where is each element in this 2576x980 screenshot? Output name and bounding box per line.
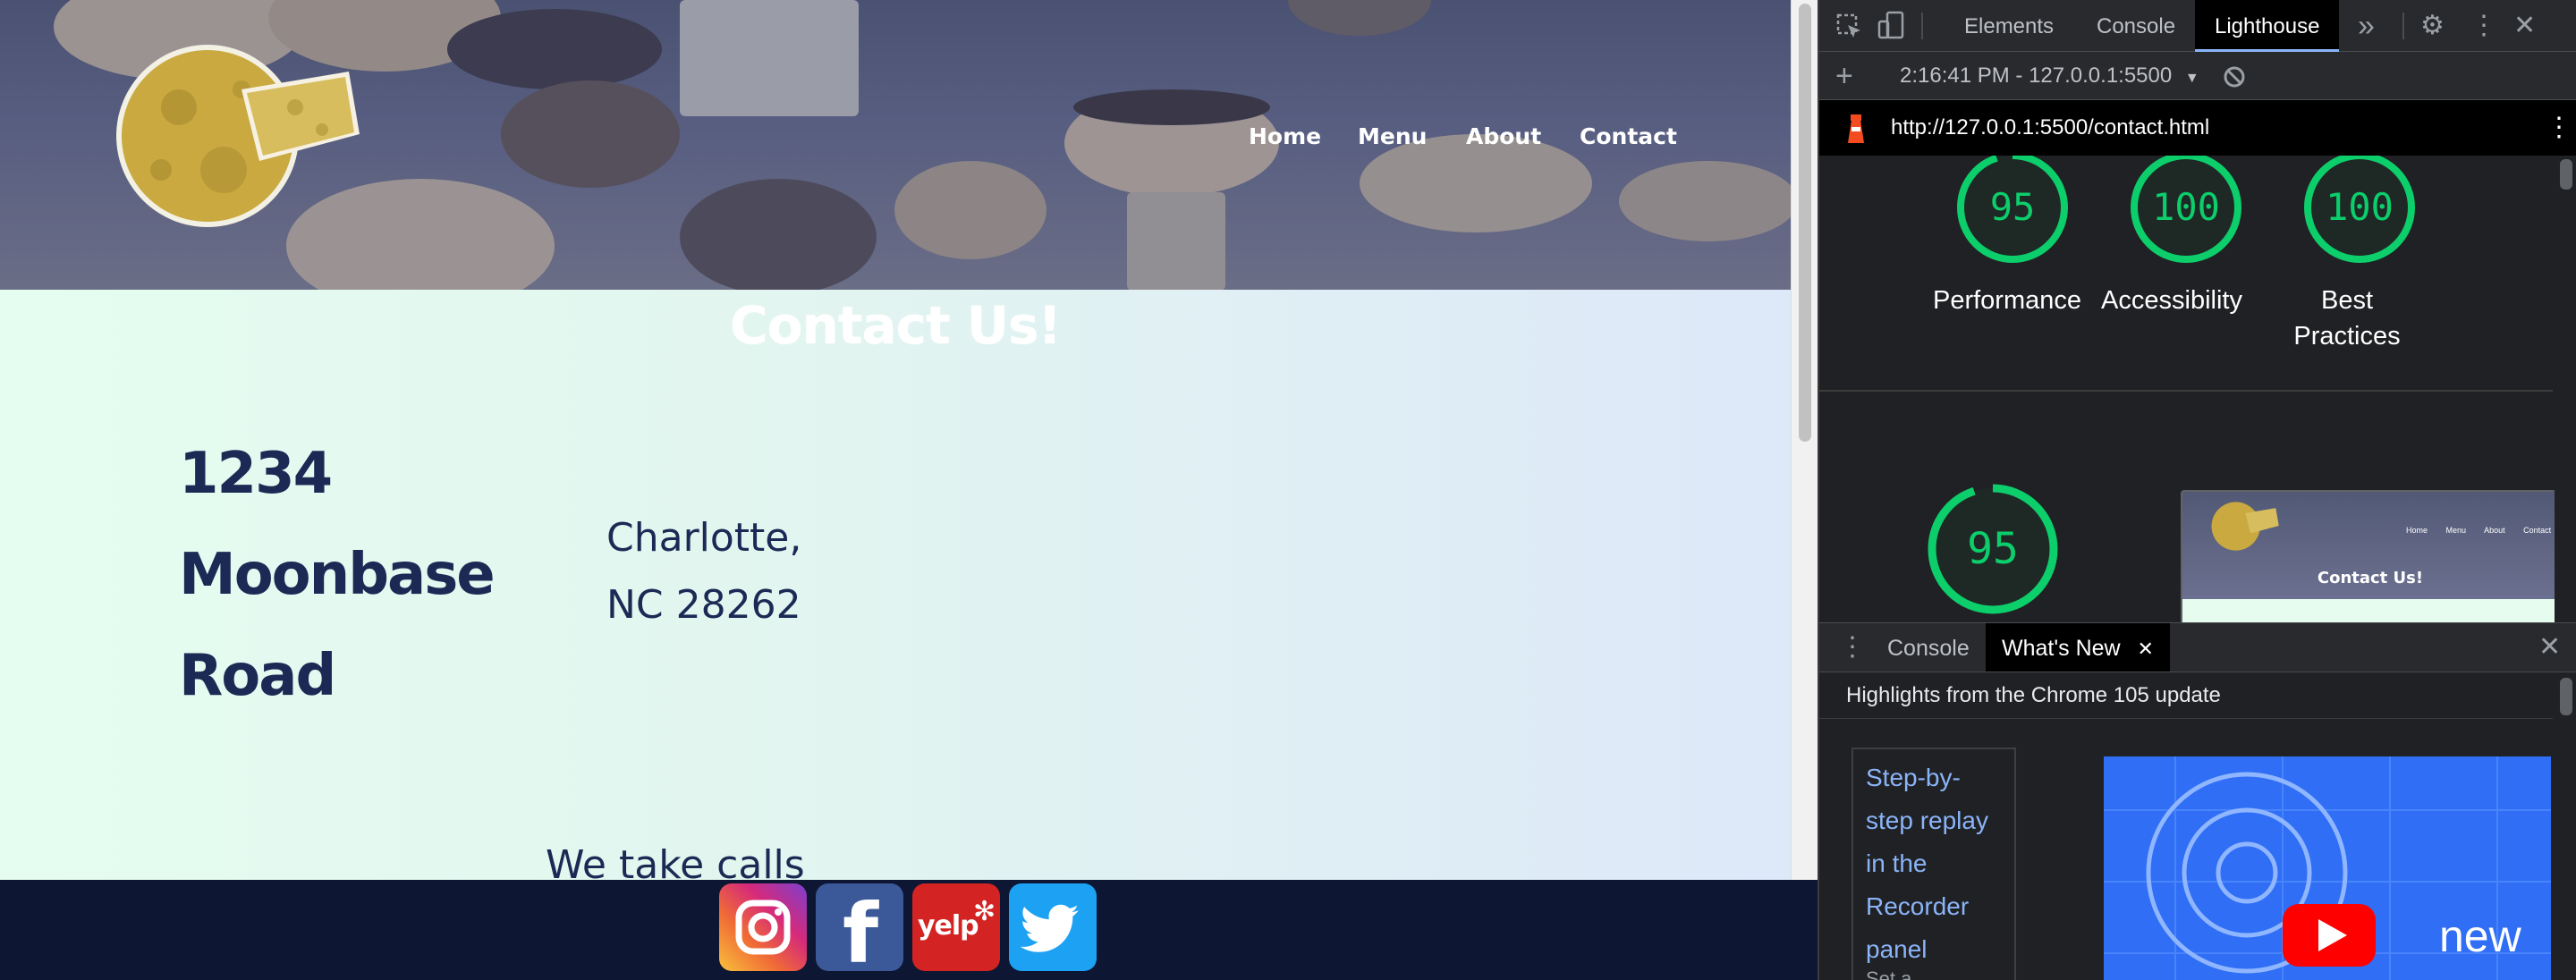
preview-title: Contact Us! [2317, 569, 2424, 587]
lighthouse-logo-icon [1848, 114, 1864, 143]
drawer-tabbar: ⋮ Console What's New ✕ ✕ [1819, 622, 2576, 672]
report-scrollbar[interactable] [2555, 156, 2576, 622]
gauge-performance-large[interactable]: 95 [1928, 484, 2058, 614]
facebook-icon: f [843, 886, 879, 972]
street-line: Moonbase [179, 542, 496, 608]
device-toolbar-icon[interactable] [1877, 11, 1905, 41]
feature-link-line: step replay [1866, 807, 1988, 834]
feature-link[interactable]: Step-by- step replay in the Recorder pan… [1866, 756, 2002, 971]
gauge-score: 100 [2152, 185, 2220, 229]
city-line: Charlotte, [606, 515, 802, 561]
yelp-link[interactable]: yelp ✻ [912, 883, 1000, 971]
twitter-link[interactable] [1009, 883, 1097, 971]
nav-home[interactable]: Home [1249, 123, 1321, 149]
preview-nav-item: About [2484, 526, 2505, 535]
gauge-score: 95 [1967, 524, 2019, 574]
report-scrollbar-thumb[interactable] [2560, 159, 2572, 190]
gauge-score: 100 [2326, 185, 2394, 229]
instagram-icon [735, 900, 791, 955]
tab-console[interactable]: Console [2097, 0, 2175, 52]
report-menu-icon[interactable]: ⋮ [2546, 100, 2572, 156]
feature-card[interactable]: Step-by- step replay in the Recorder pan… [1852, 748, 2016, 980]
close-drawer-icon[interactable]: ✕ [2538, 623, 2561, 672]
gauge-label-line: Practices [2293, 322, 2401, 351]
street-line: Road [179, 643, 336, 709]
more-tabs-icon[interactable]: » [2358, 0, 2375, 52]
drawer-tab-whats-new[interactable]: What's New ✕ [1986, 623, 2170, 672]
web-page: Home Menu About Contact Contact Us! 1234… [0, 0, 1791, 980]
street-line: 1234 [179, 441, 333, 507]
preview-content [2182, 599, 2555, 622]
page-title: Contact Us! [730, 295, 1062, 356]
feature-link-line: in the [1866, 849, 1928, 877]
nav-contact[interactable]: Contact [1580, 123, 1677, 149]
preview-nav: Home Menu About Contact [2406, 526, 2555, 535]
preview-nav-item: Contact [2523, 526, 2552, 535]
footer: f yelp ✻ [0, 880, 1791, 980]
gauge-accessibility[interactable]: 100 [2131, 156, 2241, 263]
close-icon[interactable]: ✕ [2513, 0, 2536, 52]
gauge-best-practices[interactable]: 100 [2304, 156, 2415, 263]
whats-new-scrollbar-thumb[interactable] [2560, 678, 2572, 715]
nav-about[interactable]: About [1466, 123, 1541, 149]
report-selector[interactable]: 2:16:41 PM - 127.0.0.1:5500 ▼ [1900, 52, 2199, 103]
lighthouse-toolbar: + 2:16:41 PM - 127.0.0.1:5500 ▼ [1819, 52, 2576, 100]
twitter-icon [1020, 904, 1079, 952]
new-report-plus-icon[interactable]: + [1835, 52, 1853, 100]
devtools-tabbar: Elements Console Lighthouse » ⚙ ⋮ ✕ [1819, 0, 2576, 52]
kebab-menu-icon[interactable]: ⋮ [2470, 0, 2497, 52]
report-time: 2:16:41 PM - 127.0.0.1:5500 [1900, 63, 2173, 88]
yelp-icon: yelp [918, 910, 979, 942]
clear-reports-icon[interactable] [2222, 64, 2247, 89]
contact-section: Contact Us! 1234 Moonbase Road Charlotte… [0, 290, 1791, 888]
lighthouse-report: 95 100 100 95 Performance Accessibility Bes… [1819, 156, 2576, 622]
city-line: NC 28262 [606, 582, 801, 628]
nav-menu[interactable]: Menu [1358, 123, 1427, 149]
yelp-burst-icon: ✻ [973, 897, 996, 926]
gear-icon[interactable]: ⚙ [2420, 0, 2445, 52]
preview-nav-item: Menu [2445, 526, 2467, 535]
tab-divider [1921, 13, 1923, 39]
whats-new-highlight: Highlights from the Chrome 105 update [1819, 672, 2553, 719]
report-divider [1819, 390, 2553, 392]
city-address: Charlotte, NC 28262 [606, 504, 875, 638]
report-url[interactable]: http://127.0.0.1:5500/contact.html [1891, 100, 2209, 156]
close-tab-icon[interactable]: ✕ [2138, 638, 2154, 660]
feature-link-line: panel [1866, 935, 1928, 963]
report-url-bar: http://127.0.0.1:5500/contact.html ⋮ [1819, 100, 2576, 156]
tab-divider [2402, 13, 2404, 39]
whats-new-scrollbar[interactable] [2555, 672, 2576, 980]
preview-nav-item: Home [2406, 526, 2428, 535]
devtools-panel: Elements Console Lighthouse » ⚙ ⋮ ✕ + 2:… [1818, 0, 2576, 980]
facebook-link[interactable]: f [816, 883, 903, 971]
gauge-label-line: Best [2320, 286, 2374, 315]
gauge-score: 95 [1990, 185, 2036, 229]
whats-new-video[interactable]: new [2104, 756, 2551, 980]
video-caption: new [2439, 911, 2521, 961]
dropdown-caret-icon: ▼ [2184, 71, 2199, 86]
page-scrollbar-thumb[interactable] [1799, 4, 1811, 442]
footer-edge [1791, 880, 1818, 980]
drawer-tab-console[interactable]: Console [1887, 623, 1970, 672]
tab-lighthouse[interactable]: Lighthouse [2195, 0, 2340, 52]
instagram-link[interactable] [719, 883, 807, 971]
gauge-performance[interactable]: 95 [1957, 156, 2068, 263]
whats-new-panel: Highlights from the Chrome 105 update St… [1819, 672, 2576, 980]
inspect-element-icon[interactable] [1835, 13, 1864, 41]
whats-new-label: What's New [2002, 636, 2121, 661]
preview-logo [2211, 502, 2279, 551]
street-address: 1234 Moonbase Road [179, 424, 537, 727]
page-scrollbar[interactable] [1791, 0, 1818, 880]
feature-link-line: Step-by- [1866, 764, 1961, 791]
tab-elements[interactable]: Elements [1964, 0, 2054, 52]
gauge-label-best-practices[interactable]: Best Practices [2240, 283, 2454, 354]
hero-banner: Home Menu About Contact [0, 0, 1791, 290]
feature-subtitle: Set a [1866, 967, 1912, 980]
drawer-menu-icon[interactable]: ⋮ [1839, 623, 1866, 672]
feature-link-line: Recorder [1866, 892, 1970, 920]
page-screenshot-preview: Home Menu About Contact Contact Us! [2181, 490, 2556, 622]
main-nav: Home Menu About Contact [0, 123, 1791, 156]
